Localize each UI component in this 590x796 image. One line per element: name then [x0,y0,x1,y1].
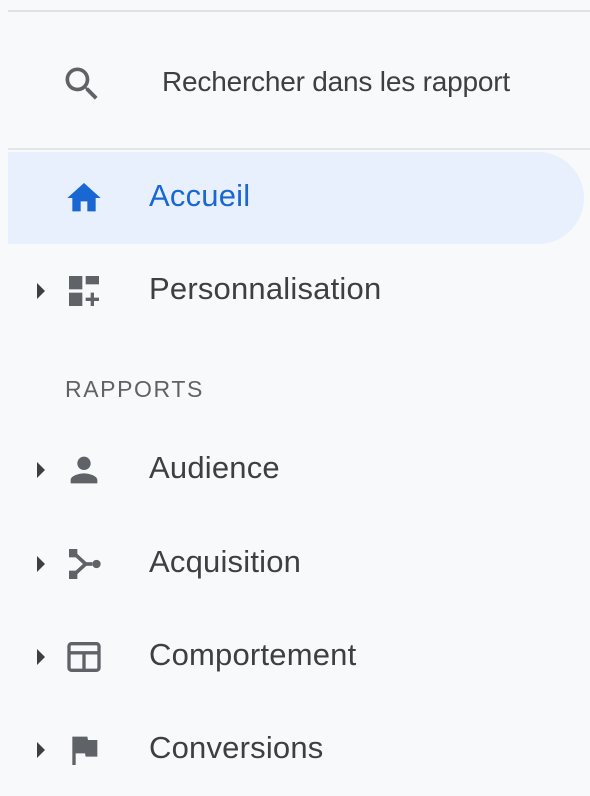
caret-right-icon[interactable] [35,281,47,301]
nav-item-conversions[interactable]: Conversions [8,704,584,796]
home-icon [67,183,101,212]
report-search[interactable]: Rechercher dans les rapport [8,40,590,120]
person-icon [70,456,98,484]
nav-item-label: Acquisition [149,544,302,579]
divider [8,148,590,150]
top-border [8,10,590,12]
caret-right-icon[interactable] [35,460,47,480]
caret-right-icon[interactable] [35,740,47,760]
nav-item-label: Audience [149,450,280,485]
section-header-reports: RAPPORTS [65,376,204,402]
nav-item-audience[interactable]: Audience [8,424,584,516]
search-icon[interactable] [60,62,104,106]
nav-item-label: Accueil [149,178,251,213]
nav-item-behavior[interactable]: Comportement [8,611,584,703]
behavior-icon [67,642,101,672]
flag-icon [72,736,98,765]
dashboard-add-icon [69,276,99,306]
caret-right-icon[interactable] [35,554,47,574]
nav-item-label: Personnalisation [149,271,382,306]
search-input[interactable]: Rechercher dans les rapport [162,66,510,98]
acquisition-icon [69,549,101,579]
nav-item-home[interactable]: Accueil [8,152,584,244]
caret-right-icon[interactable] [35,647,47,667]
nav-item-label: Conversions [149,730,324,765]
nav-item-customization[interactable]: Personnalisation [8,245,584,337]
nav-item-label: Comportement [149,637,357,672]
nav-item-acquisition[interactable]: Acquisition [8,518,584,610]
